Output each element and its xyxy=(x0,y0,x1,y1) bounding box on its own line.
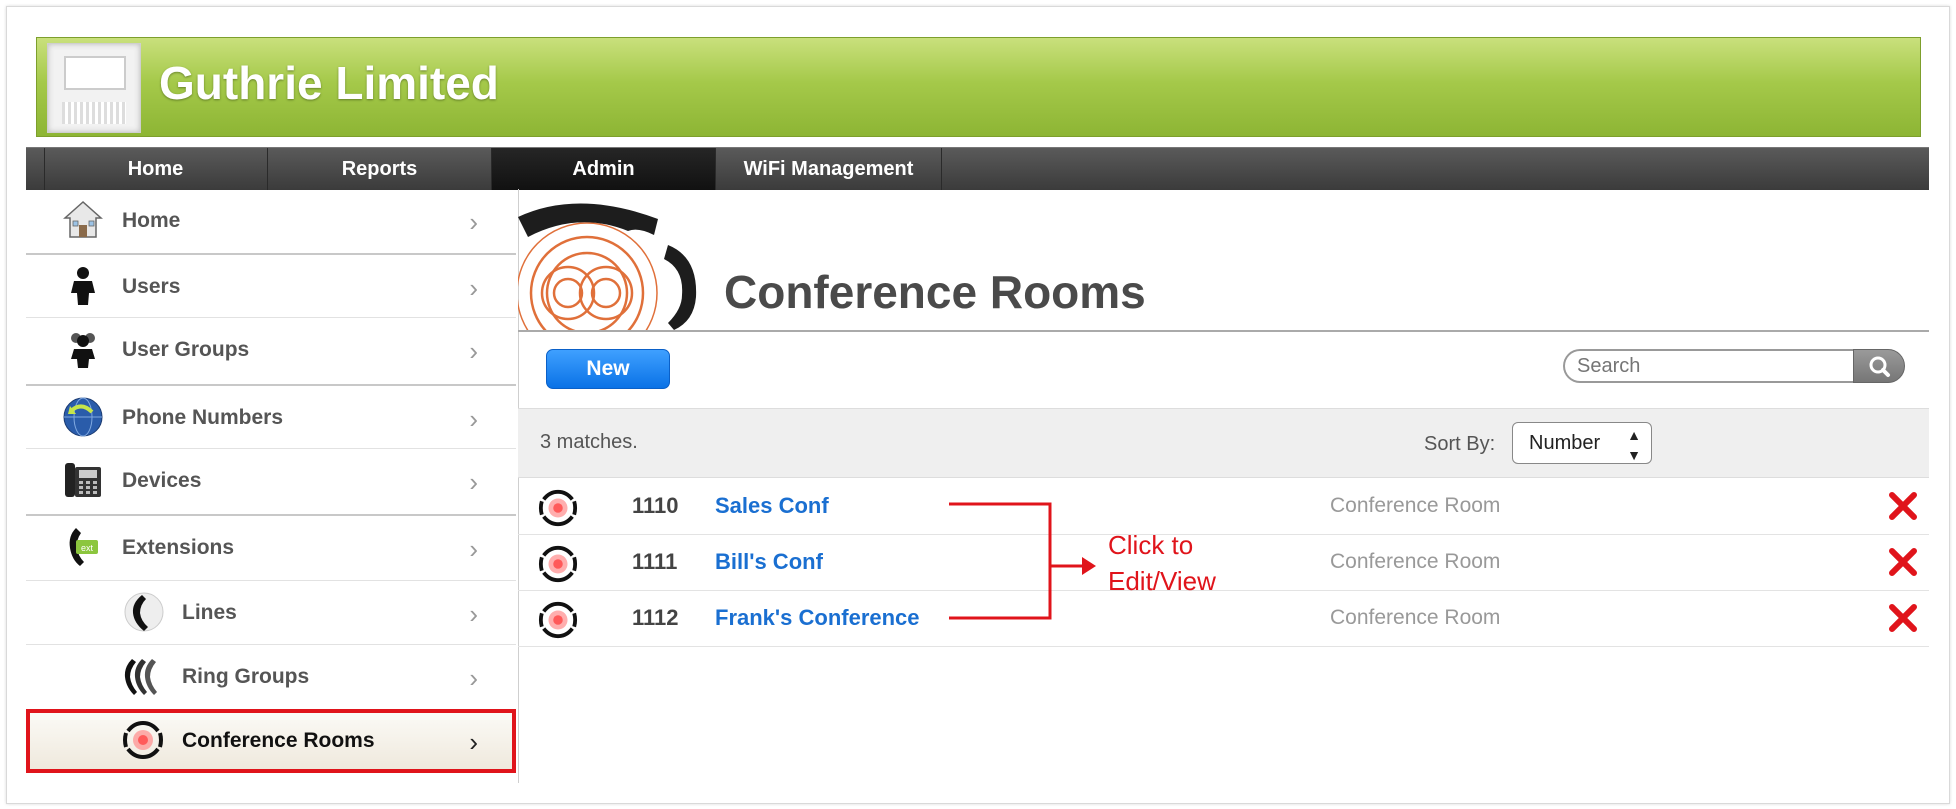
desk-phone-icon xyxy=(65,463,101,497)
conference-icon xyxy=(538,489,578,527)
sidebar-item-label: User Groups xyxy=(122,338,250,361)
tab-reports[interactable]: Reports xyxy=(268,148,492,190)
sidebar-item-label: Users xyxy=(122,275,181,298)
tab-home[interactable]: Home xyxy=(44,148,268,190)
search-button[interactable] xyxy=(1853,349,1905,383)
conference-icon xyxy=(538,545,578,583)
sidebar-item-label: Lines xyxy=(182,601,237,624)
chevron-right-icon: › xyxy=(469,404,478,434)
sidebar-item-label: Extensions xyxy=(122,536,235,559)
chevron-right-icon: › xyxy=(469,534,478,564)
sidebar-item-users[interactable]: Users › xyxy=(26,255,516,319)
search-box xyxy=(1563,349,1907,385)
annotation-line-2: Edit/View xyxy=(1108,566,1216,596)
globe-phone-icon xyxy=(63,397,103,437)
annotation-callout: Click to Edit/View xyxy=(1108,527,1216,599)
sidebar-item-label: Ring Groups xyxy=(182,665,310,688)
sidebar-item-home[interactable]: Home › xyxy=(26,189,516,253)
sort-by-label: Sort By: xyxy=(1424,433,1496,455)
company-logo xyxy=(47,43,141,133)
delete-icon[interactable] xyxy=(1885,544,1921,580)
delete-icon[interactable] xyxy=(1885,600,1921,636)
match-count: 3 matches. xyxy=(540,431,638,453)
tab-wifi-management[interactable]: WiFi Management xyxy=(716,148,942,190)
main-content: Conference Rooms New 3 matches. Sort By:… xyxy=(518,189,1929,783)
svg-text:ext: ext xyxy=(81,543,94,553)
room-name-link[interactable]: Frank's Conference xyxy=(715,605,920,631)
sidebar-item-ring-groups[interactable]: Ring Groups › xyxy=(26,645,516,709)
chevron-right-icon: › xyxy=(469,207,478,237)
room-number: 1111 xyxy=(632,549,678,574)
top-nav: Home Reports Admin WiFi Management xyxy=(26,147,1929,190)
user-icon xyxy=(71,267,95,305)
room-name-link[interactable]: Bill's Conf xyxy=(715,549,823,575)
sidebar-item-extensions[interactable]: ext Extensions › xyxy=(26,516,516,580)
house-icon xyxy=(63,200,103,238)
conference-icon xyxy=(123,720,163,760)
sidebar: Home › Users › User Groups › Phone Numbe… xyxy=(26,189,519,783)
tab-admin[interactable]: Admin xyxy=(492,148,716,190)
chevron-right-icon: › xyxy=(469,273,478,303)
ring-group-icon xyxy=(124,659,157,695)
room-number: 1110 xyxy=(632,493,679,518)
sidebar-item-lines[interactable]: Lines › xyxy=(26,581,516,645)
annotation-line-1: Click to xyxy=(1108,530,1194,560)
room-type: Conference Room xyxy=(1330,494,1501,517)
page-title: Conference Rooms xyxy=(724,266,1146,318)
conference-icon xyxy=(538,601,578,639)
room-name-link[interactable]: Sales Conf xyxy=(715,493,829,519)
room-type: Conference Room xyxy=(1330,550,1501,573)
table-row: 1110 Sales Conf Conference Room xyxy=(518,478,1929,535)
sidebar-item-devices[interactable]: Devices › xyxy=(26,449,516,513)
user-group-icon xyxy=(71,333,95,368)
sidebar-item-label: Phone Numbers xyxy=(122,406,284,429)
sort-select-value: Number xyxy=(1529,432,1601,454)
sidebar-item-label: Conference Rooms xyxy=(182,729,375,752)
sidebar-item-label: Home xyxy=(122,209,181,232)
room-number: 1112 xyxy=(632,605,679,630)
company-title: Guthrie Limited xyxy=(159,57,499,109)
handset-icon xyxy=(124,592,164,632)
filter-bar: 3 matches. Sort By: Number ▲ ▼ xyxy=(518,408,1929,478)
sidebar-item-label: Devices xyxy=(122,469,202,492)
table-row: 1112 Frank's Conference Conference Room xyxy=(518,590,1929,647)
chevron-right-icon: › xyxy=(469,599,478,629)
chevron-right-icon: › xyxy=(469,663,478,693)
chevron-right-icon: › xyxy=(469,336,478,366)
search-icon xyxy=(1869,356,1890,377)
conference-phone-illustration xyxy=(518,203,697,330)
search-input[interactable] xyxy=(1563,349,1853,383)
chevron-right-icon: › xyxy=(469,727,478,757)
delete-icon[interactable] xyxy=(1885,488,1921,524)
sidebar-item-user-groups[interactable]: User Groups › xyxy=(26,318,516,382)
extension-icon: ext xyxy=(69,528,98,566)
new-button[interactable]: New xyxy=(546,349,670,389)
select-arrows-icon: ▲ ▼ xyxy=(1627,427,1641,463)
sidebar-item-conference-rooms[interactable]: Conference Rooms › xyxy=(26,709,516,773)
room-type: Conference Room xyxy=(1330,606,1501,629)
sort-select[interactable]: Number ▲ ▼ xyxy=(1512,422,1652,464)
chevron-right-icon: › xyxy=(469,467,478,497)
table-row: 1111 Bill's Conf Conference Room xyxy=(518,534,1929,591)
sidebar-item-phone-numbers[interactable]: Phone Numbers › xyxy=(26,386,516,450)
header-banner: Guthrie Limited xyxy=(36,37,1921,137)
